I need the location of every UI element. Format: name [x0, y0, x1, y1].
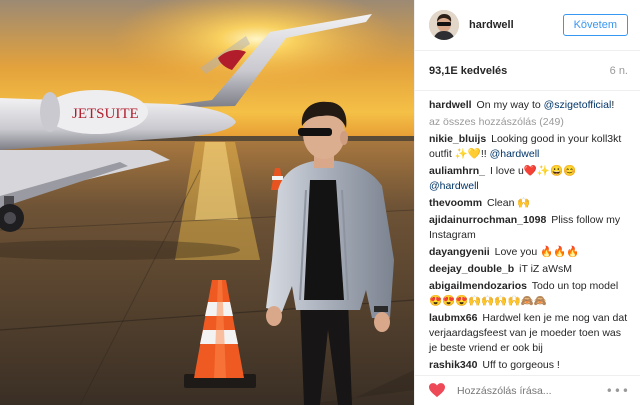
comment-row: laubmx66 Hardwel ken je me nog van dat v… [429, 311, 628, 356]
avatar[interactable] [429, 10, 459, 40]
caption-username[interactable]: hardwell [429, 99, 472, 111]
comment-row: deejay_double_b iT iZ aWsM [429, 262, 628, 277]
comment-text: I love u❤️✨😀😊 [489, 165, 577, 177]
comment-row: ajidainurrochman_1098 Pliss follow my In… [429, 213, 628, 243]
comment-username[interactable]: laubmx66 [429, 312, 477, 324]
comment-username[interactable]: dayangyenii [429, 246, 490, 258]
photo-scene: JETSUITE [0, 0, 414, 405]
likes-count[interactable]: 93,1E kedvelés [429, 65, 610, 77]
load-more-comments[interactable]: az összes hozzászólás (249) [429, 115, 628, 130]
comment-username[interactable]: auliamhrn_ [429, 165, 485, 177]
caption-text-end: ! [611, 99, 615, 111]
comment-text: Uff to gorgeous ! [482, 359, 560, 371]
comment-text: Love you 🔥🔥🔥 [494, 246, 580, 258]
post-stats: 93,1E kedvelés 6 n. [415, 51, 640, 91]
caption: hardwell On my way to @szigetofficial! [429, 98, 628, 113]
comment-text: iT iZ aWsM [519, 263, 573, 275]
comment-mention[interactable]: @hardwell [490, 148, 540, 160]
comment-row: rashik340 Uff to gorgeous ! [429, 358, 628, 373]
comment-row: abigailmendozarios Todo un top model 😍😍😍… [429, 279, 628, 309]
post-photo[interactable]: JETSUITE [0, 0, 414, 405]
comment-username[interactable]: nikie_bluijs [429, 133, 486, 145]
post-header: hardwell Követem [415, 0, 640, 51]
follow-button[interactable]: Követem [562, 14, 628, 36]
plane-brand-text: JETSUITE [72, 106, 139, 122]
comment-username[interactable]: thevoomm [429, 197, 482, 209]
comment-row: nikie_bluijs Looking good in your koll3k… [429, 132, 628, 162]
avatar-image [429, 10, 459, 40]
caption-text: On my way to [476, 99, 544, 111]
post-side-panel: hardwell Követem 93,1E kedvelés 6 n. har… [414, 0, 640, 405]
comment-username[interactable]: rashik340 [429, 359, 477, 371]
more-options-icon[interactable]: ••• [606, 384, 630, 398]
post-age[interactable]: 6 n. [610, 65, 628, 77]
comment-row: dayangyenii Love you 🔥🔥🔥 [429, 245, 628, 260]
comment-input[interactable] [457, 384, 606, 397]
comment-list: hardwell On my way to @szigetofficial! a… [415, 91, 640, 375]
comment-username[interactable]: deejay_double_b [429, 263, 514, 275]
comment-row: auliamhrn_ I love u❤️✨😀😊 @hardwell [429, 164, 628, 194]
comment-username[interactable]: ajidainurrochman_1098 [429, 214, 546, 226]
comment-text: Clean 🙌 [487, 197, 531, 209]
caption-mention[interactable]: @szigetofficial [544, 99, 612, 111]
heart-icon[interactable] [429, 383, 445, 398]
post-username[interactable]: hardwell [469, 19, 563, 31]
comment-row: thevoomm Clean 🙌 [429, 196, 628, 211]
comment-mention[interactable]: @hardwell [429, 180, 479, 192]
comment-username[interactable]: abigailmendozarios [429, 280, 527, 292]
comment-footer: ••• [415, 375, 640, 405]
instagram-post: JETSUITE hardwell Követem 93,1E kedvelés… [0, 0, 640, 405]
